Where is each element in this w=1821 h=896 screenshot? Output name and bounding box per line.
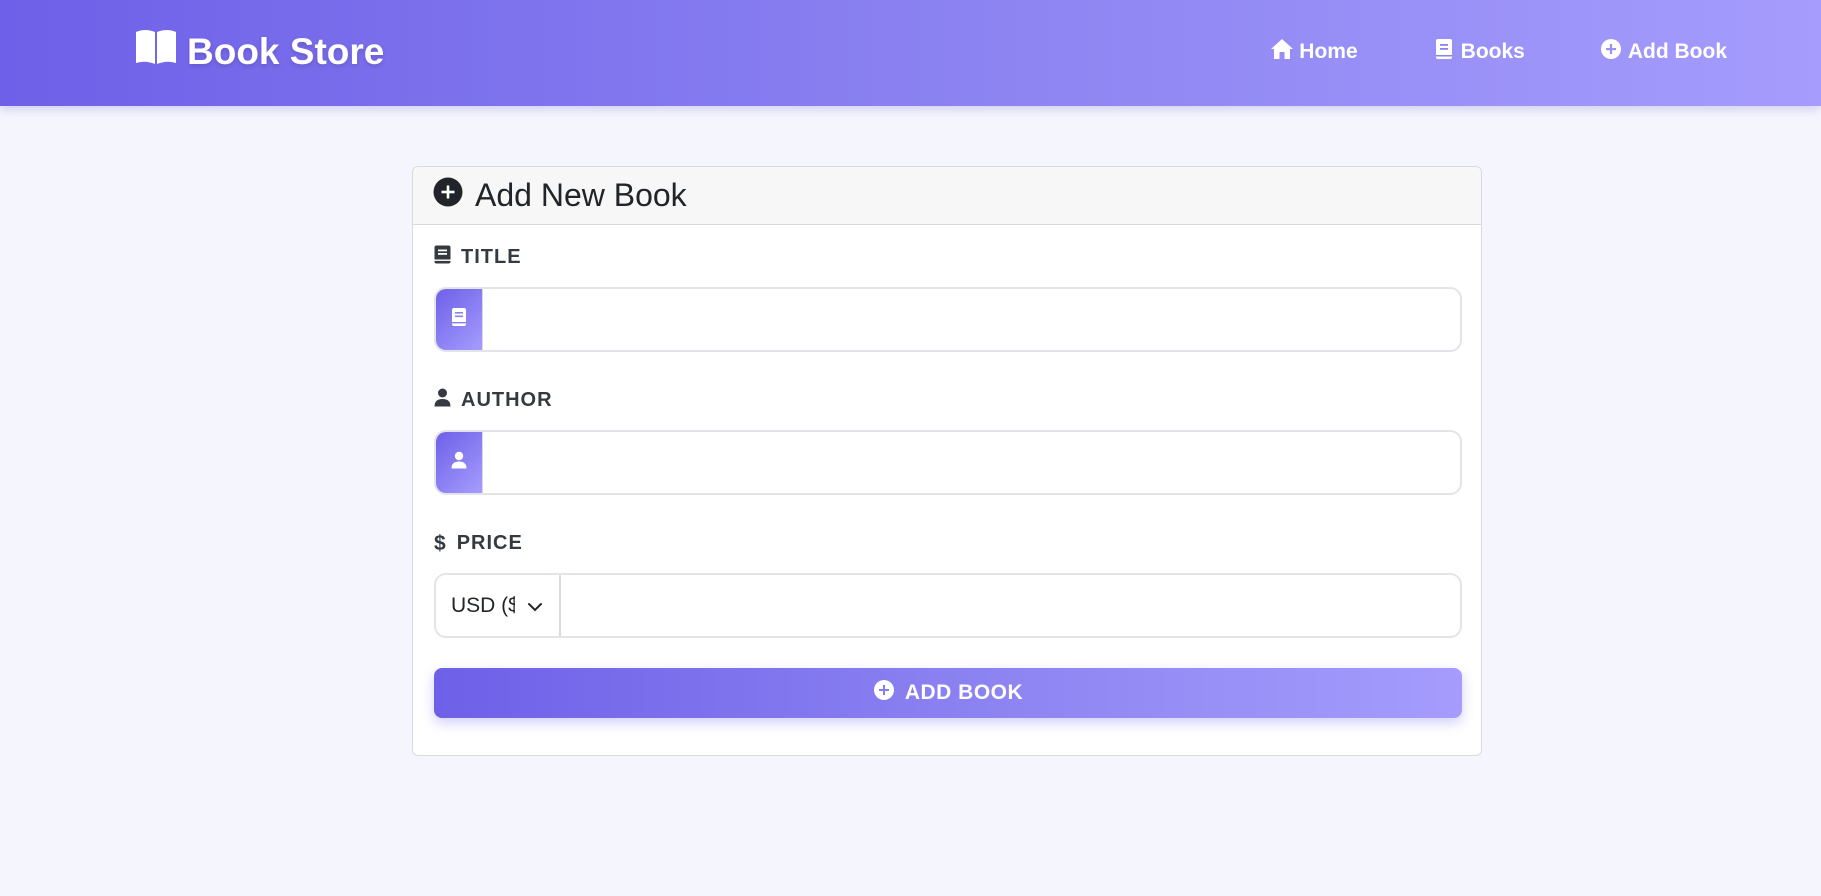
title-label: TITLE <box>434 245 1460 269</box>
plus-circle-icon <box>873 679 895 707</box>
price-input-group: USD ($ <box>434 573 1462 638</box>
book-icon <box>434 245 451 270</box>
price-input[interactable] <box>560 575 1460 636</box>
title-input[interactable] <box>482 289 1460 350</box>
nav-books-link[interactable]: Books <box>1432 38 1525 66</box>
currency-select-value: USD ($ <box>451 593 515 617</box>
home-icon <box>1270 38 1294 66</box>
navbar: Book Store Home Books Add Book <box>0 0 1821 106</box>
nav-home-label: Home <box>1299 40 1358 63</box>
open-book-icon <box>134 28 178 75</box>
price-label: $ PRICE <box>434 531 1460 555</box>
author-input-group <box>434 430 1462 495</box>
add-book-button[interactable]: ADD BOOK <box>434 668 1462 718</box>
book-icon <box>1432 38 1456 66</box>
price-label-text: PRICE <box>456 531 523 554</box>
add-book-card: Add New Book TITLE AUTHOR $ PRICE USD ($… <box>412 166 1482 756</box>
brand-link[interactable]: Book Store <box>134 28 384 75</box>
dollar-icon: $ <box>434 531 447 555</box>
nav-home-link[interactable]: Home <box>1270 38 1358 66</box>
title-input-group <box>434 287 1462 352</box>
card-title: Add New Book <box>475 177 687 213</box>
nav-links: Home Books Add Book <box>1270 38 1727 66</box>
add-book-button-label: ADD BOOK <box>904 681 1024 704</box>
nav-add-book-label: Add Book <box>1627 40 1727 63</box>
user-icon <box>450 450 468 475</box>
author-input[interactable] <box>482 432 1460 493</box>
author-addon <box>436 432 482 493</box>
nav-add-book-link[interactable]: Add Book <box>1599 38 1727 66</box>
nav-books-label: Books <box>1460 40 1525 63</box>
title-addon <box>436 289 482 350</box>
author-label-text: AUTHOR <box>461 388 553 411</box>
currency-select[interactable]: USD ($ <box>436 575 560 636</box>
user-icon <box>434 388 451 413</box>
author-label: AUTHOR <box>434 388 1460 412</box>
book-icon <box>450 307 468 332</box>
plus-circle-icon <box>1599 38 1623 66</box>
title-label-text: TITLE <box>461 245 522 268</box>
plus-circle-icon <box>433 177 463 215</box>
chevron-down-icon <box>527 594 543 618</box>
card-header: Add New Book <box>413 167 1481 225</box>
brand-title: Book Store <box>187 30 385 72</box>
add-book-form: TITLE AUTHOR $ PRICE USD ($ ADD BOOK <box>413 225 1481 738</box>
